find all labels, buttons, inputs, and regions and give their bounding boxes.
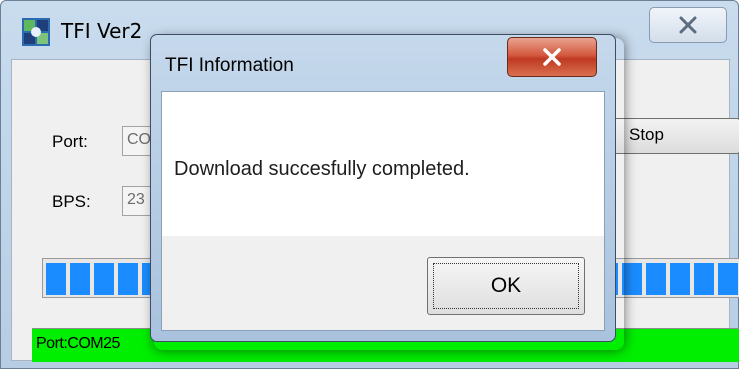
progress-block — [94, 263, 114, 295]
progress-block — [670, 263, 690, 295]
progress-block — [46, 263, 66, 295]
focus-ring — [433, 263, 579, 309]
app-icon — [22, 18, 50, 46]
progress-block — [622, 263, 642, 295]
dialog-message: Download succesfully completed. — [174, 158, 470, 180]
dialog-close-button[interactable] — [507, 37, 597, 77]
stop-button[interactable]: Stop — [612, 118, 739, 154]
status-text: Port:COM25 — [36, 335, 120, 352]
bps-label: BPS: — [52, 192, 91, 211]
main-window-title: TFI Ver2 — [61, 19, 143, 43]
info-dialog: TFI Information Download succesfully com… — [150, 34, 616, 342]
progress-block — [646, 263, 666, 295]
main-close-button[interactable] — [649, 7, 727, 43]
progress-block — [694, 263, 714, 295]
port-label: Port: — [52, 132, 88, 151]
close-x-icon — [543, 48, 561, 66]
ok-button[interactable]: OK — [427, 257, 585, 315]
dialog-title: TFI Information — [165, 55, 294, 76]
progress-block — [718, 263, 738, 295]
progress-block — [70, 263, 90, 295]
close-x-icon — [679, 16, 697, 34]
progress-block — [118, 263, 138, 295]
